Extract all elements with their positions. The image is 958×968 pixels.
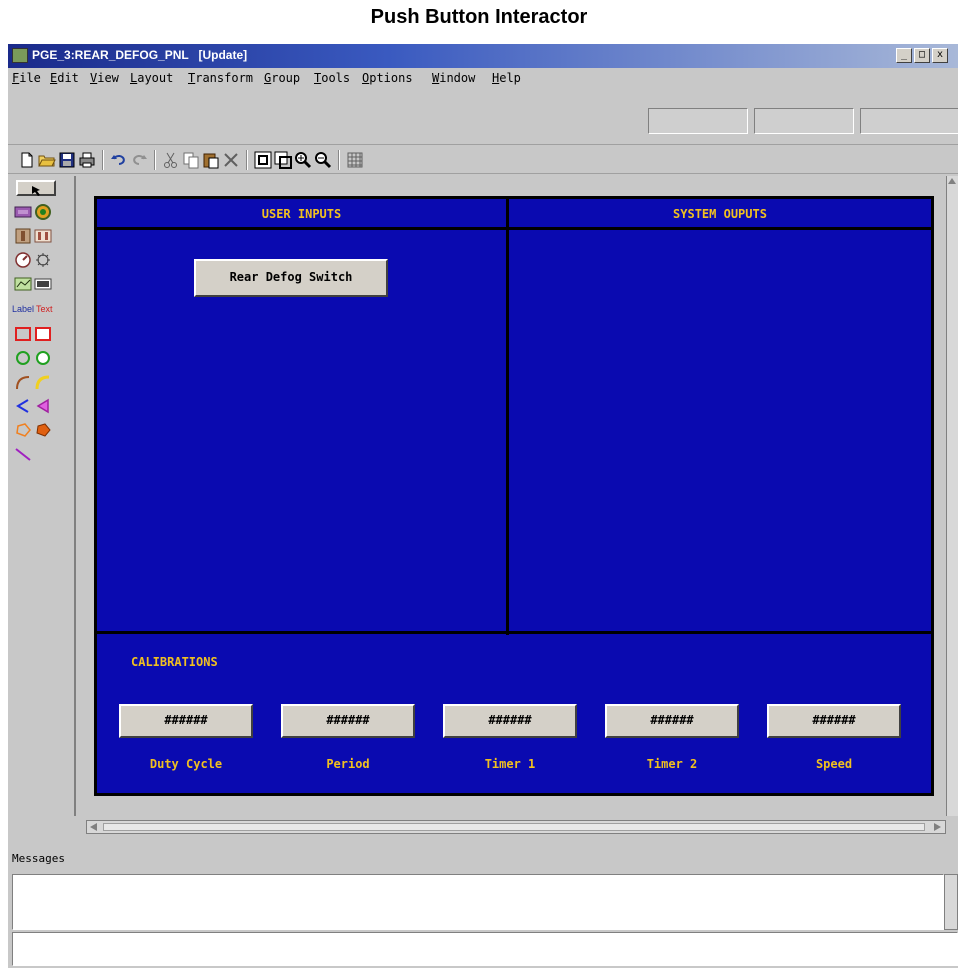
menu-tools[interactable]: Tools bbox=[314, 71, 350, 85]
paste-icon[interactable] bbox=[202, 151, 220, 169]
title-bar[interactable]: PGE_3:REAR_DEFOG_PNL [Update] _ □ x bbox=[8, 44, 958, 68]
print-icon[interactable] bbox=[78, 151, 96, 169]
menu-edit[interactable]: Edit bbox=[50, 71, 79, 85]
close-button[interactable]: x bbox=[932, 48, 948, 63]
scroll-thumb[interactable] bbox=[103, 823, 925, 831]
cut-icon[interactable] bbox=[162, 151, 180, 169]
filled-circle-tool-icon[interactable] bbox=[34, 350, 52, 366]
button-widget-icon[interactable] bbox=[14, 204, 32, 220]
menu-help[interactable]: Help bbox=[492, 71, 521, 85]
copy-icon[interactable] bbox=[182, 151, 200, 169]
user-inputs-header: USER INPUTS bbox=[261, 207, 342, 221]
calibration-divider bbox=[97, 631, 931, 634]
gauge-widget-icon[interactable] bbox=[14, 252, 32, 268]
menu-file[interactable]: File bbox=[12, 71, 41, 85]
status-field-2 bbox=[754, 108, 854, 134]
redo-icon[interactable] bbox=[130, 151, 148, 169]
circle-tool-icon[interactable] bbox=[14, 350, 32, 366]
header-divider bbox=[97, 227, 931, 230]
menu-layout[interactable]: Layout bbox=[130, 71, 173, 85]
figure-caption: Push Button Interactor bbox=[370, 6, 588, 28]
minimize-button[interactable]: _ bbox=[896, 48, 912, 63]
text-tool[interactable]: Text bbox=[36, 304, 53, 314]
filled-chord-tool-icon[interactable] bbox=[34, 398, 52, 414]
zoom-fit-icon[interactable] bbox=[254, 151, 272, 169]
rear-defog-switch-button[interactable]: Rear Defog Switch bbox=[194, 259, 388, 297]
scroll-left-icon[interactable] bbox=[88, 821, 100, 833]
toolbar-separator bbox=[246, 150, 248, 170]
editor-window: PGE_3:REAR_DEFOG_PNL [Update] _ □ x File… bbox=[8, 44, 958, 968]
period-label: Period bbox=[326, 757, 370, 771]
duty-cycle-label: Duty Cycle bbox=[149, 757, 223, 771]
slider-widget-icon[interactable] bbox=[14, 228, 32, 244]
bar-widget-icon[interactable] bbox=[34, 228, 52, 244]
menu-transform[interactable]: Transform bbox=[188, 71, 253, 85]
rear-defog-panel: USER INPUTS SYSTEM OUPUTS Rear Defog Swi… bbox=[94, 196, 934, 796]
line-tool-icon[interactable] bbox=[14, 446, 32, 462]
toolbar bbox=[8, 144, 958, 174]
chord-tool-icon[interactable] bbox=[14, 398, 32, 414]
open-icon[interactable] bbox=[38, 151, 56, 169]
maximize-button[interactable]: □ bbox=[914, 48, 930, 63]
menu-group[interactable]: Group bbox=[264, 71, 300, 85]
save-icon[interactable] bbox=[58, 151, 76, 169]
status-field-1 bbox=[648, 108, 748, 134]
multi-state-widget-icon[interactable] bbox=[34, 252, 52, 268]
new-icon[interactable] bbox=[18, 151, 36, 169]
scroll-up-icon[interactable] bbox=[947, 176, 957, 186]
zoom-window-icon[interactable] bbox=[274, 151, 292, 169]
menu-view[interactable]: View bbox=[90, 71, 119, 85]
zoom-in-icon[interactable] bbox=[294, 151, 312, 169]
messages-label: Messages bbox=[12, 852, 65, 865]
status-line bbox=[12, 932, 958, 966]
status-field-3 bbox=[860, 108, 958, 134]
toolbar-separator bbox=[154, 150, 156, 170]
speed-label: Speed bbox=[815, 757, 853, 771]
zoom-out-icon[interactable] bbox=[314, 151, 332, 169]
filled-polygon-tool-icon[interactable] bbox=[34, 422, 52, 438]
system-outputs-header: SYSTEM OUPUTS bbox=[673, 207, 767, 221]
messages-log[interactable] bbox=[12, 874, 944, 930]
undo-icon[interactable] bbox=[110, 151, 128, 169]
select-tool[interactable] bbox=[16, 180, 56, 196]
filled-arc-tool-icon[interactable] bbox=[34, 374, 52, 390]
timer-1-label: Timer 1 bbox=[484, 757, 536, 771]
timer-1-field[interactable]: ###### bbox=[443, 704, 577, 738]
delete-icon[interactable] bbox=[222, 151, 240, 169]
grid-icon[interactable] bbox=[346, 151, 364, 169]
scroll-right-icon[interactable] bbox=[931, 821, 943, 833]
calibrations-header: CALIBRATIONS bbox=[131, 655, 218, 669]
period-field[interactable]: ###### bbox=[281, 704, 415, 738]
tool-palette: Label Text bbox=[8, 176, 74, 824]
menu-window[interactable]: Window bbox=[432, 71, 475, 85]
display-widget-icon[interactable] bbox=[34, 276, 52, 292]
duty-cycle-field[interactable]: ###### bbox=[119, 704, 253, 738]
vertical-scrollbar[interactable] bbox=[946, 176, 958, 816]
filled-rectangle-tool-icon[interactable] bbox=[34, 326, 52, 342]
rectangle-tool-icon[interactable] bbox=[14, 326, 32, 342]
speed-field[interactable]: ###### bbox=[767, 704, 901, 738]
label-tool[interactable]: Label bbox=[12, 304, 34, 314]
menu-options[interactable]: Options bbox=[362, 71, 413, 85]
polygon-tool-icon[interactable] bbox=[14, 422, 32, 438]
horizontal-scrollbar[interactable] bbox=[86, 820, 946, 834]
window-title: PGE_3:REAR_DEFOG_PNL [Update] bbox=[32, 48, 248, 62]
dial-widget-icon[interactable] bbox=[34, 204, 52, 220]
toolbar-separator bbox=[102, 150, 104, 170]
app-icon bbox=[12, 48, 28, 63]
timer-2-field[interactable]: ###### bbox=[605, 704, 739, 738]
timer-2-label: Timer 2 bbox=[646, 757, 698, 771]
arrow-cursor-icon bbox=[32, 186, 40, 196]
arc-tool-icon[interactable] bbox=[14, 374, 32, 390]
messages-scrollbar[interactable] bbox=[944, 874, 958, 930]
graph-widget-icon[interactable] bbox=[14, 276, 32, 292]
menu-bar: File Edit View Layout Transform Group To… bbox=[8, 68, 958, 92]
column-divider bbox=[506, 199, 509, 635]
toolbar-separator bbox=[338, 150, 340, 170]
